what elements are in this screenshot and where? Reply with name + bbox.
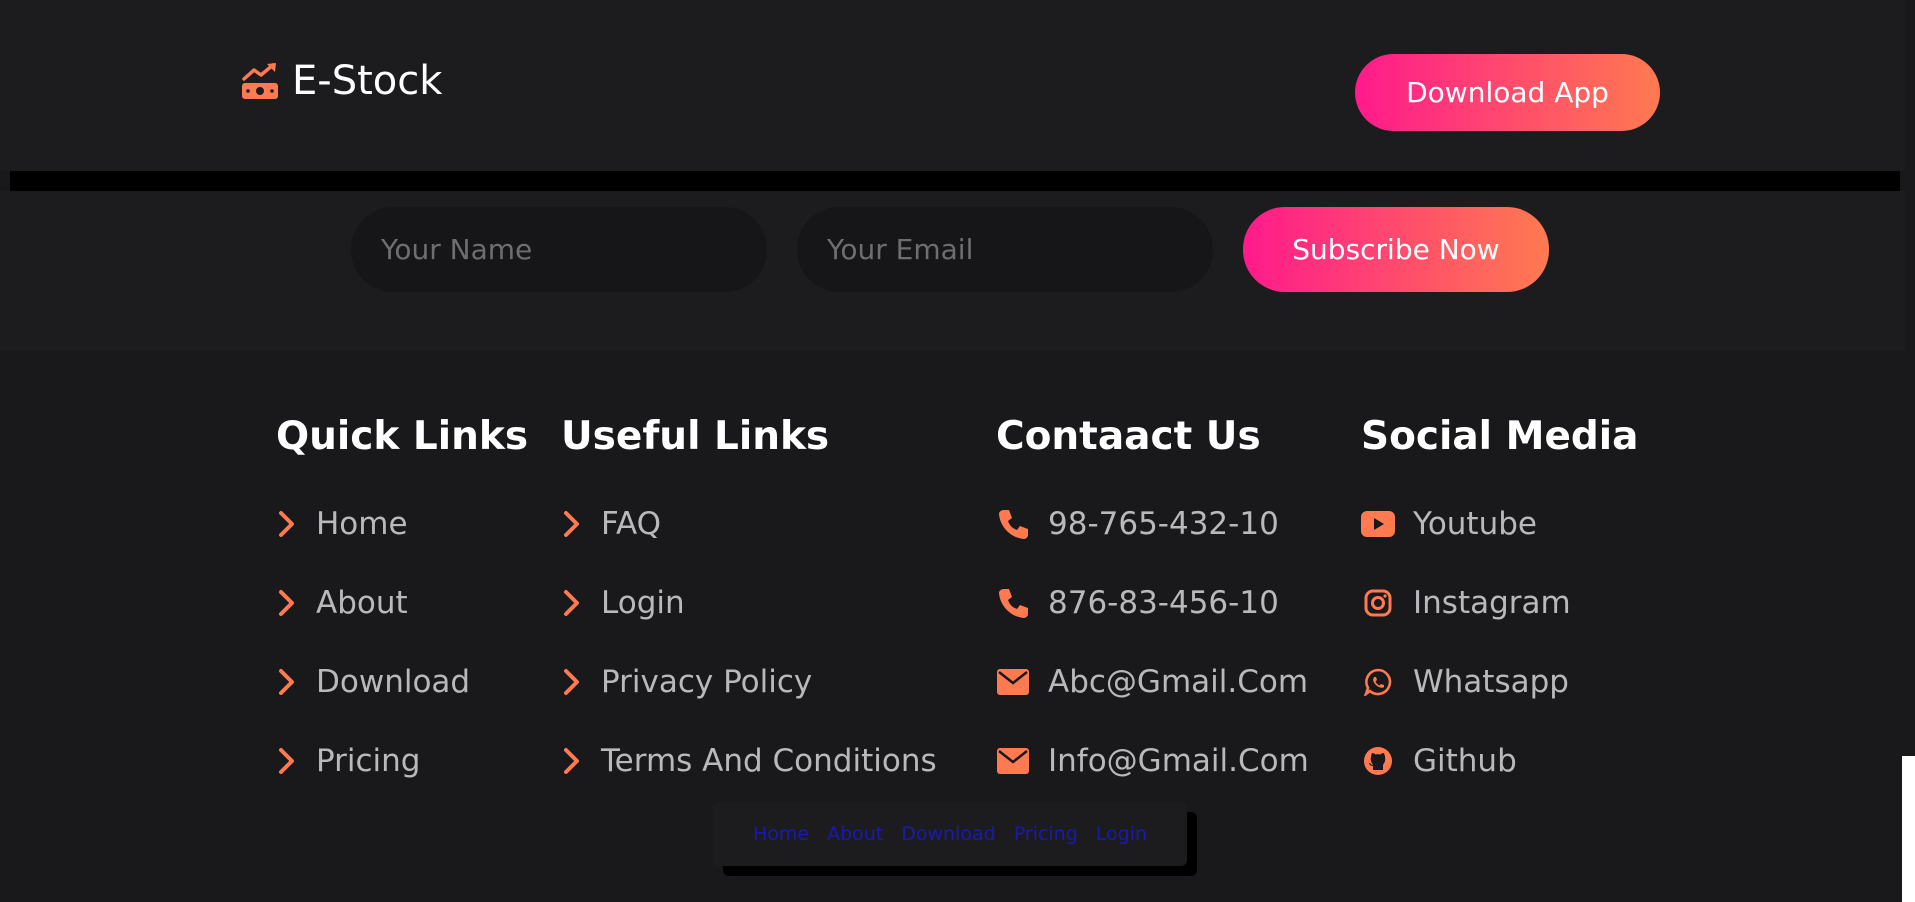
- contact-email-1[interactable]: Abc@Gmail.Com: [996, 642, 1309, 721]
- contact-text: Abc@Gmail.Com: [1048, 663, 1309, 700]
- useful-link-privacy-policy[interactable]: Privacy Policy: [561, 642, 937, 721]
- bottom-nav-about[interactable]: About: [827, 823, 883, 845]
- quick-link-pricing[interactable]: Pricing: [276, 721, 528, 800]
- link-label: About: [316, 584, 408, 621]
- download-app-button[interactable]: Download App: [1355, 54, 1660, 131]
- quick-link-about[interactable]: About: [276, 563, 528, 642]
- link-label: Terms And Conditions: [601, 742, 937, 779]
- brand-logo[interactable]: E-Stock: [240, 58, 442, 104]
- chevron-right-icon: [279, 747, 294, 774]
- subscribe-section: Subscribe Now: [0, 191, 1905, 351]
- link-label: Download: [316, 663, 471, 700]
- contact-phone-1[interactable]: 98-765-432-10: [996, 484, 1309, 563]
- quick-links-column: Quick Links Home About Download Pricing: [276, 412, 528, 800]
- social-github[interactable]: Github: [1361, 721, 1639, 800]
- divider-bar: [10, 171, 1900, 191]
- bottom-nav-pricing[interactable]: Pricing: [1014, 823, 1078, 845]
- envelope-icon: [996, 665, 1030, 699]
- white-corner-block: [1902, 756, 1915, 902]
- name-input[interactable]: [351, 207, 767, 292]
- useful-link-faq[interactable]: FAQ: [561, 484, 937, 563]
- social-media-column: Social Media Youtube Instagram Whatsapp …: [1361, 412, 1639, 800]
- chevron-right-icon: [279, 510, 294, 537]
- link-label: FAQ: [601, 505, 662, 542]
- social-media-title: Social Media: [1361, 414, 1639, 459]
- phone-icon: [996, 586, 1030, 620]
- bottom-nav-download[interactable]: Download: [901, 823, 995, 845]
- useful-links-title: Useful Links: [561, 414, 830, 459]
- chevron-right-icon: [564, 668, 579, 695]
- subscribe-button[interactable]: Subscribe Now: [1243, 207, 1549, 292]
- site-header: E-Stock Download App: [0, 0, 1905, 171]
- link-label: Home: [316, 505, 408, 542]
- link-label: Privacy Policy: [601, 663, 813, 700]
- social-whatsapp[interactable]: Whatsapp: [1361, 642, 1639, 721]
- useful-links-column: Useful Links FAQ Login Privacy Policy Te…: [561, 412, 937, 800]
- chevron-right-icon: [279, 589, 294, 616]
- social-instagram[interactable]: Instagram: [1361, 563, 1639, 642]
- quick-link-home[interactable]: Home: [276, 484, 528, 563]
- social-label: Whatsapp: [1413, 663, 1569, 700]
- envelope-icon: [996, 744, 1030, 778]
- useful-link-terms[interactable]: Terms And Conditions: [561, 721, 937, 800]
- phone-icon: [996, 507, 1030, 541]
- whatsapp-icon: [1361, 665, 1395, 699]
- contact-text: Info@Gmail.Com: [1048, 742, 1309, 779]
- contact-title: Contaact Us: [996, 414, 1261, 459]
- brand-name: E-Stock: [292, 58, 443, 104]
- social-label: Instagram: [1413, 584, 1571, 621]
- youtube-icon: [1361, 507, 1395, 541]
- link-label: Pricing: [316, 742, 421, 779]
- chevron-right-icon: [564, 510, 579, 537]
- chevron-right-icon: [564, 589, 579, 616]
- quick-links-title: Quick Links: [276, 414, 529, 459]
- useful-link-login[interactable]: Login: [561, 563, 937, 642]
- contact-text: 98-765-432-10: [1048, 505, 1279, 542]
- quick-link-download[interactable]: Download: [276, 642, 528, 721]
- social-label: Youtube: [1413, 505, 1537, 542]
- contact-column: Contaact Us 98-765-432-10 876-83-456-10 …: [996, 412, 1309, 800]
- chevron-right-icon: [279, 668, 294, 695]
- contact-email-2[interactable]: Info@Gmail.Com: [996, 721, 1309, 800]
- bottom-nav-home[interactable]: Home: [753, 823, 809, 845]
- github-icon: [1361, 744, 1395, 778]
- contact-text: 876-83-456-10: [1048, 584, 1279, 621]
- chevron-right-icon: [564, 747, 579, 774]
- instagram-icon: [1361, 586, 1395, 620]
- social-youtube[interactable]: Youtube: [1361, 484, 1639, 563]
- link-label: Login: [601, 584, 685, 621]
- bottom-nav-login[interactable]: Login: [1096, 823, 1147, 845]
- stock-chart-icon: [242, 63, 278, 99]
- social-label: Github: [1413, 742, 1517, 779]
- email-input[interactable]: [797, 207, 1213, 292]
- bottom-nav: Home About Download Pricing Login: [713, 802, 1187, 866]
- contact-phone-2[interactable]: 876-83-456-10: [996, 563, 1309, 642]
